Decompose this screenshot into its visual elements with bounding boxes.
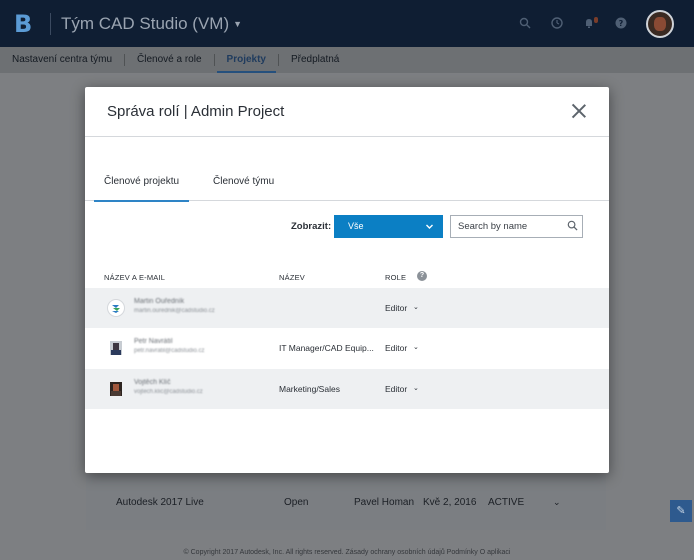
chevron-down-icon[interactable]: ⌄ <box>413 343 419 351</box>
project-owner: Pavel Homan <box>354 497 415 508</box>
table-row[interactable]: Petr Navrátil petr.navratil@cadstudio.cz… <box>85 328 609 368</box>
chevron-down-icon[interactable]: ⌄ <box>413 303 419 311</box>
tab-subscriptions[interactable]: Předplatná <box>279 47 351 73</box>
top-bar: B Tým CAD Studio (VM) ▼ ? <box>0 0 694 47</box>
member-email: petr.navratil@cadstudio.cz <box>134 348 205 354</box>
tab-members-roles[interactable]: Členové a role <box>125 47 213 73</box>
chevron-down-icon[interactable]: ⌄ <box>553 497 561 508</box>
role-management-dialog: Správa rolí | Admin Project Členové proj… <box>85 87 609 473</box>
app-logo-icon[interactable]: B <box>14 11 40 37</box>
close-icon[interactable] <box>571 103 587 119</box>
member-name: Petr Navrátil <box>134 338 173 345</box>
avatar <box>107 299 125 317</box>
dialog-tabs: Členové projektu Členové týmu <box>85 164 609 202</box>
chevron-down-icon <box>425 215 434 238</box>
team-nav: Nastavení centra týmu Členové a role Pro… <box>0 47 694 73</box>
member-name: Vojtěch Klíč <box>134 379 171 386</box>
help-icon[interactable]: ? <box>417 271 427 281</box>
avatar <box>107 339 125 357</box>
dialog-header: Správa rolí | Admin Project <box>85 87 609 137</box>
dialog-title: Správa rolí | Admin Project <box>107 103 285 120</box>
project-status: Open <box>284 497 309 508</box>
search-placeholder: Search by name <box>458 221 528 232</box>
filter-select-value: Vše <box>348 221 364 231</box>
help-icon[interactable]: ? <box>614 17 628 31</box>
member-email: vojtech.klic@cadstudio.cz <box>134 389 203 395</box>
search-input[interactable]: Search by name <box>450 215 583 238</box>
notifications-bell-icon[interactable] <box>582 16 598 31</box>
app-title[interactable]: Tým CAD Studio (VM) <box>61 14 229 34</box>
table-row[interactable]: Martin Ouředník martin.ourednik@cadstudi… <box>85 288 609 328</box>
top-icons: ? <box>518 0 694 47</box>
project-date: Kvě 2, 2016 <box>423 497 477 508</box>
filter-label: Zobrazit: <box>291 221 332 232</box>
footer: © Copyright 2017 Autodesk, Inc. All righ… <box>183 549 511 556</box>
tab-hub-settings[interactable]: Nastavení centra týmu <box>0 47 124 73</box>
role-dropdown[interactable]: Editor <box>385 303 407 313</box>
tab-projects[interactable]: Projekty <box>215 47 278 73</box>
filter-select[interactable]: Vše <box>334 215 443 238</box>
column-header-title[interactable]: NÁZEV <box>279 273 305 282</box>
divider <box>50 12 51 35</box>
chevron-down-icon[interactable]: ⌄ <box>413 384 419 392</box>
tab-team-members[interactable]: Členové týmu <box>213 176 274 187</box>
table-row[interactable]: Vojtěch Klíč vojtech.klic@cadstudio.cz M… <box>85 369 609 409</box>
feedback-icon[interactable]: ✎ <box>670 500 692 522</box>
role-dropdown[interactable]: Editor <box>385 343 407 353</box>
role-dropdown[interactable]: Editor <box>385 384 407 394</box>
search-icon[interactable] <box>518 17 532 31</box>
member-email: martin.ourednik@cadstudio.cz <box>134 308 215 314</box>
project-name: Autodesk 2017 Live <box>116 497 204 508</box>
user-avatar[interactable] <box>646 9 674 38</box>
search-icon[interactable] <box>567 220 578 231</box>
chevron-down-icon[interactable]: ▼ <box>233 19 242 29</box>
tab-project-members[interactable]: Členové projektu <box>93 176 190 202</box>
project-state: ACTIVE <box>488 497 525 508</box>
avatar <box>107 380 125 398</box>
member-name: Martin Ouředník <box>134 298 185 305</box>
project-row[interactable]: Autodesk 2017 Live Open Pavel Homan Kvě … <box>88 491 604 513</box>
column-header-name-email[interactable]: NÁZEV A E-MAIL <box>104 273 165 282</box>
member-title: IT Manager/CAD Equip... <box>279 343 374 353</box>
column-header-role[interactable]: ROLE <box>385 273 406 282</box>
clock-icon[interactable] <box>550 16 564 31</box>
svg-text:?: ? <box>619 19 624 28</box>
member-title: Marketing/Sales <box>279 384 340 394</box>
